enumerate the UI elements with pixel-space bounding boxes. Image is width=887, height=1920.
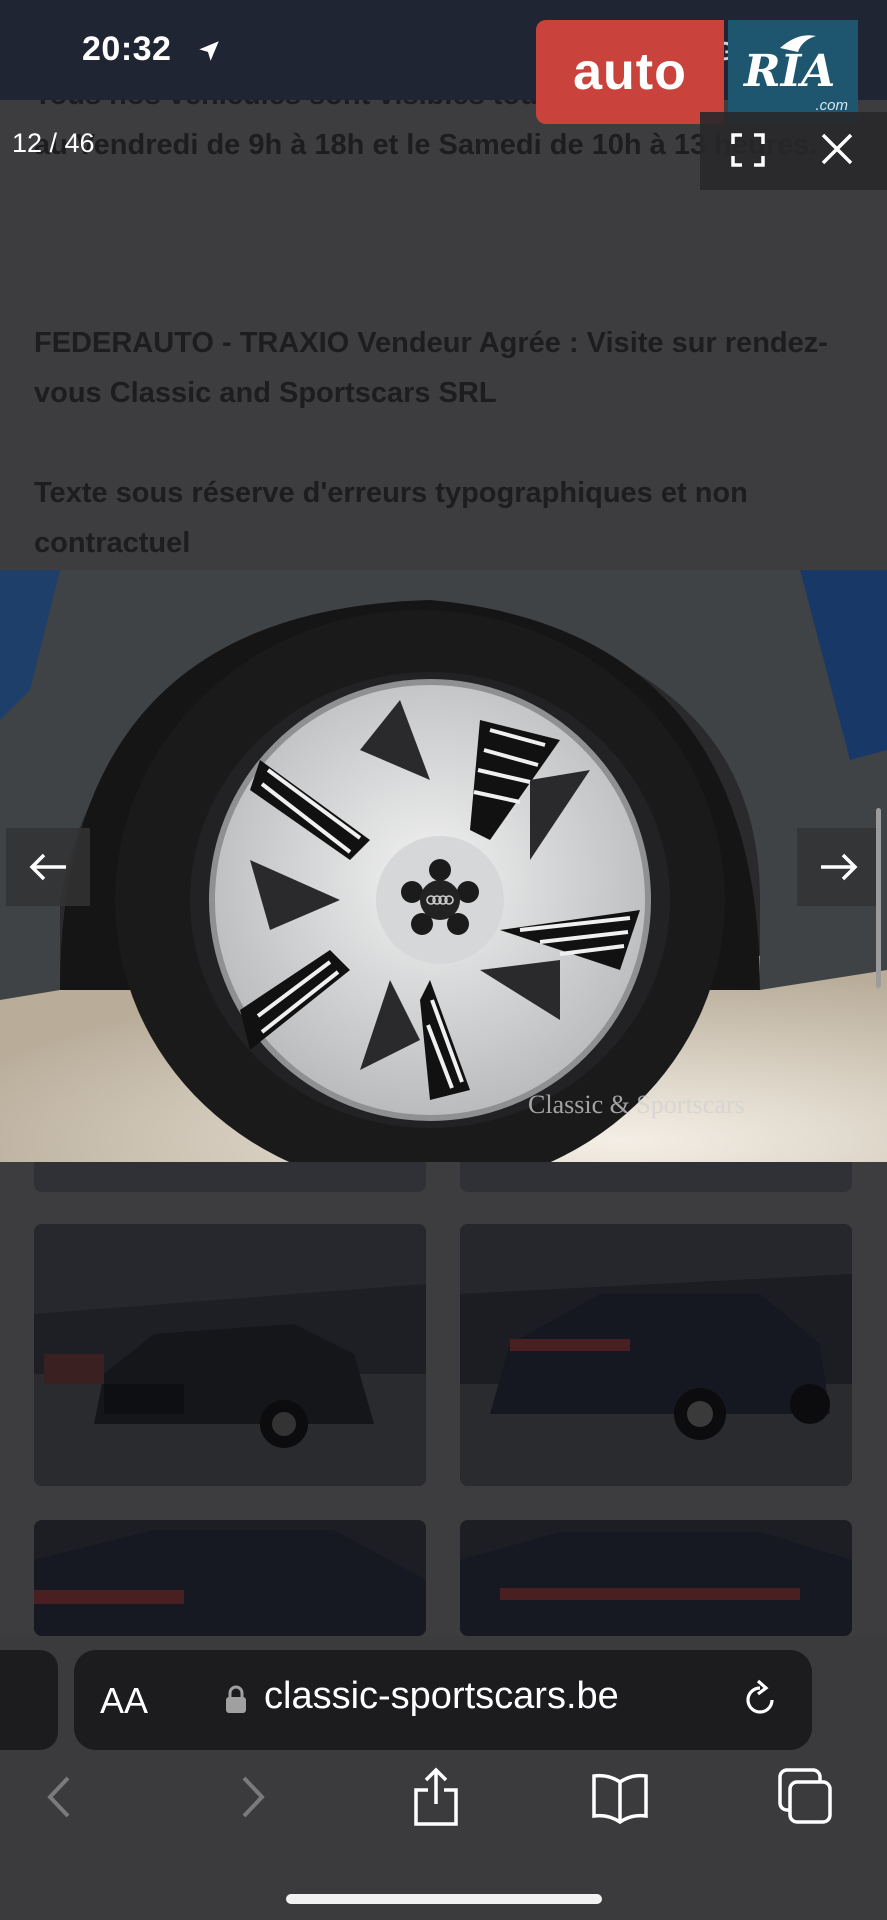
previous-tab-peek[interactable] [0,1650,58,1750]
share-icon[interactable] [406,1766,466,1828]
autoria-logo-ria: RIA .com [728,20,858,124]
tabs-icon[interactable] [776,1766,836,1828]
forward-icon[interactable] [222,1766,282,1828]
scrollbar[interactable] [876,808,881,988]
text-size-button[interactable]: AA [100,1680,148,1722]
previous-photo-button[interactable] [6,828,90,906]
fullscreen-icon[interactable] [730,132,766,168]
browser-nav-row [0,1766,887,1846]
thumbnail-partial-right[interactable] [460,1162,852,1192]
text-size-label: AA [100,1680,149,1721]
wheel-photo [0,570,887,1162]
thumbnail-car-rear-2[interactable] [34,1520,426,1636]
gallery-counter: 12 / 46 [12,128,95,158]
close-icon[interactable] [818,130,856,168]
home-indicator[interactable] [286,1894,602,1904]
next-photo-button[interactable] [797,828,881,906]
viewer-toolbar [700,112,887,190]
status-time: 20:32 [82,30,172,68]
page-paragraph-dealer: FEDERAUTO - TRAXIO Vendeur Agrée : Visit… [34,327,828,409]
lock-icon [226,1685,246,1713]
autoria-logo-auto: auto [536,20,724,124]
location-arrow-icon [199,41,219,61]
car-rear-2-image [34,1520,426,1636]
ria-text: RIA [744,46,836,97]
back-icon[interactable] [30,1766,90,1828]
reload-icon[interactable] [739,1678,781,1720]
photo-watermark: Classic & Sportscars [528,1090,745,1119]
main-photo[interactable] [0,570,887,1162]
url-text: classic-sportscars.be [264,1675,619,1717]
screen: Tous nos véhicules sont visibles tous le… [0,0,887,1920]
arrow-right-icon [821,853,858,881]
car-front-image [34,1224,426,1486]
thumbnail-partial-left[interactable] [34,1162,426,1192]
car-rear-image [460,1224,852,1486]
thumbnail-car-rear-3[interactable] [460,1520,852,1636]
address-bar[interactable]: AA classic-sportscars.be [74,1650,812,1750]
arrow-left-icon [29,853,66,881]
thumbnail-car-front[interactable] [34,1224,426,1486]
page-paragraph-disclaimer: Texte sous réserve d'erreurs typographiq… [34,477,748,559]
thumbnail-car-rear[interactable] [460,1224,852,1486]
bookmarks-icon[interactable] [590,1766,650,1828]
car-rear-3-image [460,1520,852,1636]
